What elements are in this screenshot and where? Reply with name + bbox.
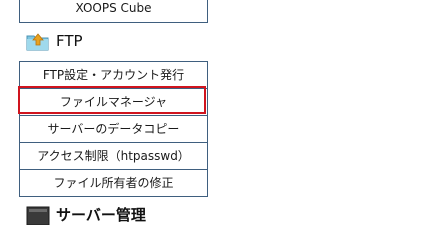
ftp-menu: FTP設定・アカウント発行 ファイルマネージャ サーバーのデータコピー アクセス… <box>19 61 208 197</box>
server-icon <box>26 203 50 226</box>
ftp-section-title: FTP <box>56 32 83 50</box>
folder-upload-icon <box>26 30 50 52</box>
menu-item-ftp-settings[interactable]: FTP設定・アカウント発行 <box>20 62 207 89</box>
ftp-section-header: FTP <box>26 29 83 53</box>
menu-item-server-data-copy[interactable]: サーバーのデータコピー <box>20 116 207 143</box>
menu-item-file-owner-fix[interactable]: ファイル所有者の修正 <box>20 170 207 197</box>
xoops-cube-menu: XOOPS Cube <box>19 0 208 23</box>
server-section-header: サーバー管理 <box>26 202 146 226</box>
menu-item-file-manager[interactable]: ファイルマネージャ <box>20 89 207 116</box>
menu-item-access-restriction[interactable]: アクセス制限（htpasswd） <box>20 143 207 170</box>
server-section-title: サーバー管理 <box>56 205 146 224</box>
menu-item-xoops-cube[interactable]: XOOPS Cube <box>20 0 207 23</box>
